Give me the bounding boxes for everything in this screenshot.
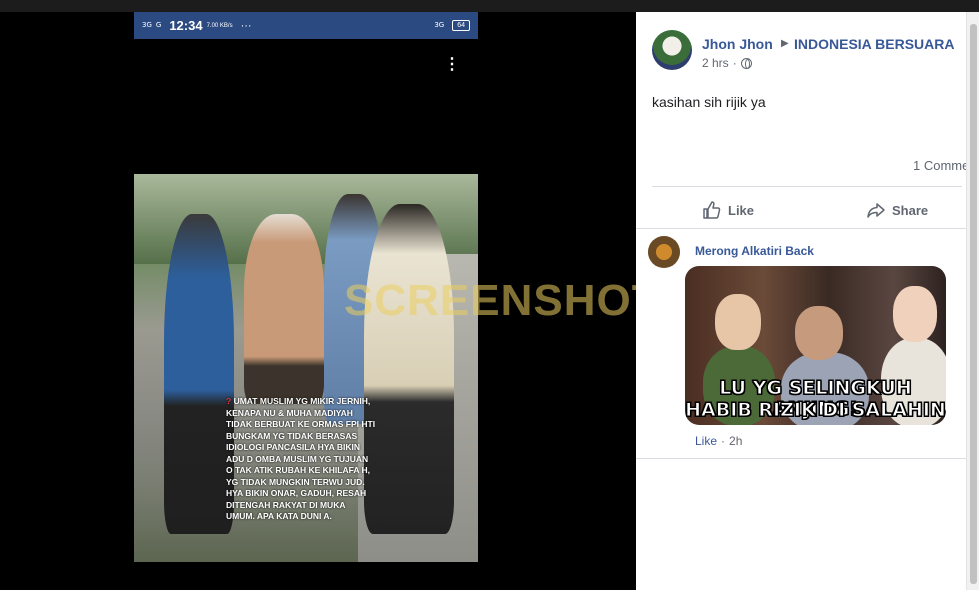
battery-icon: 64: [452, 20, 470, 31]
like-button[interactable]: Like: [702, 198, 754, 222]
kebab-menu-icon[interactable]: ⋮: [444, 54, 460, 76]
overlay-question-mark: ?: [226, 396, 232, 406]
status-speed: 7.00 KB/s: [206, 22, 233, 29]
post-text: kasihan sih rijik ya: [652, 94, 766, 110]
photo-person-center: [244, 214, 324, 404]
photo-person: [364, 204, 454, 534]
post-time[interactable]: 2 hrs: [702, 56, 729, 70]
share-arrow-icon: [867, 203, 885, 218]
commenter-avatar[interactable]: [648, 236, 680, 268]
comment-like-link[interactable]: Like: [695, 434, 717, 448]
divider: [636, 228, 966, 229]
comment-time[interactable]: 2h: [729, 434, 742, 448]
scrollbar-thumb[interactable]: [970, 24, 977, 584]
commenter-name-link[interactable]: Merong Alkatiri Back: [695, 244, 814, 258]
scrollbar[interactable]: [966, 12, 979, 590]
browser-top-bar: [0, 0, 979, 12]
meme-face: [893, 286, 937, 342]
status-more-icon: ···: [240, 19, 252, 32]
share-button[interactable]: Share: [866, 198, 928, 222]
post-photo[interactable]: ? UMAT MUSLIM YG MIKIR JERNIH, KENAPA NU…: [134, 174, 478, 562]
meme-face: [715, 294, 761, 350]
divider: [636, 458, 966, 459]
poster-name-link[interactable]: Jhon Jhon: [702, 36, 773, 52]
meme-face: [795, 306, 843, 360]
status-time: 12:34: [169, 18, 203, 33]
status-right-group: 3G 64: [434, 20, 470, 31]
photo-overlay-text: ? UMAT MUSLIM YG MIKIR JERNIH, KENAPA NU…: [226, 396, 376, 523]
comment-meme-image[interactable]: LU YG SELINGKUH ANJING! HABIB RIZIK DI S…: [685, 266, 946, 425]
like-button-label: Like: [728, 202, 755, 218]
comment-separator: ·: [721, 434, 726, 448]
post-meta: 2 hrs ·: [702, 56, 752, 70]
comment-count-link[interactable]: 1 Comment: [913, 158, 966, 173]
share-button-label: Share: [892, 202, 929, 218]
globe-icon: [740, 57, 752, 69]
arrow-right-icon: ▶: [781, 38, 789, 49]
network-indicator-2: G: [155, 21, 162, 29]
network-indicator: 3G: [142, 21, 152, 29]
group-name-link[interactable]: INDONESIA BERSUARA: [794, 36, 955, 52]
poster-avatar[interactable]: [652, 30, 692, 70]
meta-separator: ·: [732, 56, 737, 70]
divider: [652, 186, 962, 187]
overlay-text-body: UMAT MUSLIM YG MIKIR JERNIH, KENAPA NU &…: [226, 396, 376, 521]
meme-caption-line2: HABIB RIZIK DI SALAHIN: [685, 399, 946, 421]
post-panel: Jhon Jhon ▶ INDONESIA BERSUARA 2 hrs · k…: [636, 12, 966, 590]
thumbs-up-icon: [703, 201, 721, 219]
phone-status-bar: 3G G 12:34 7.00 KB/s ··· 3G 64: [134, 12, 478, 39]
comment-actions: Like · 2h: [695, 434, 742, 448]
photo-person: [164, 214, 234, 534]
network-indicator-3: 3G: [434, 21, 445, 29]
